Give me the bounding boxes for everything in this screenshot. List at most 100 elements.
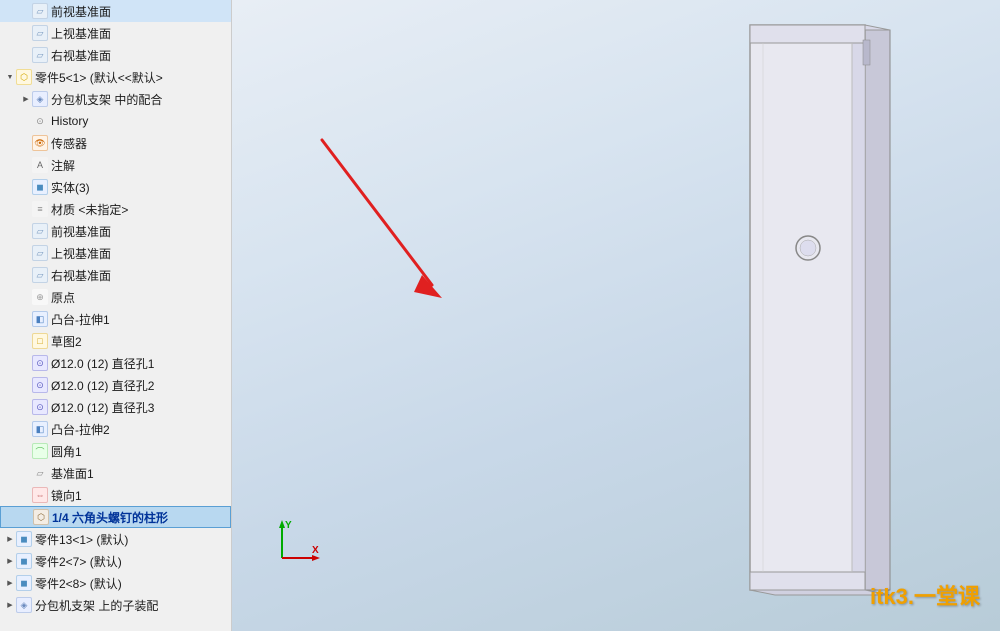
tree-icon-material: ≡ bbox=[32, 201, 48, 217]
expand-arrow[interactable] bbox=[20, 312, 32, 326]
expand-arrow[interactable]: ▶ bbox=[4, 554, 16, 568]
tree-item-sensor[interactable]: 👁传感器 bbox=[0, 132, 231, 154]
tree-item-extrude2[interactable]: ◧凸台-拉伸2 bbox=[0, 418, 231, 440]
tree-item-part13[interactable]: ▶◼零件13<1> (默认) bbox=[0, 528, 231, 550]
tree-item-part5[interactable]: ▼⬡零件5<1> (默认<<默认> bbox=[0, 66, 231, 88]
expand-arrow[interactable]: ▶ bbox=[4, 576, 16, 590]
tree-label: 右视基准面 bbox=[51, 47, 111, 64]
svg-text:Y: Y bbox=[285, 520, 292, 531]
expand-arrow[interactable] bbox=[20, 444, 32, 458]
tree-label: 前视基准面 bbox=[51, 3, 111, 20]
expand-arrow[interactable] bbox=[20, 246, 32, 260]
3d-part-svg bbox=[580, 0, 1000, 631]
tree-icon-mirror: ⇔ bbox=[32, 487, 48, 503]
tree-item-extrude1[interactable]: ◧凸台-拉伸1 bbox=[0, 308, 231, 330]
tree-icon-fillet: ⌒ bbox=[32, 443, 48, 459]
expand-arrow[interactable] bbox=[20, 180, 32, 194]
tree-item-part2-7[interactable]: ▶◼零件2<7> (默认) bbox=[0, 550, 231, 572]
tree-item-fillet1[interactable]: ⌒圆角1 bbox=[0, 440, 231, 462]
expand-arrow[interactable] bbox=[20, 268, 32, 282]
expand-arrow[interactable]: ▶ bbox=[20, 92, 32, 106]
tree-item-mirror1[interactable]: ⇔镜向1 bbox=[0, 484, 231, 506]
tree-icon-extrude: ◧ bbox=[32, 311, 48, 327]
tree-label: 上视基准面 bbox=[51, 25, 111, 42]
tree-icon-ref-plane: ▱ bbox=[32, 465, 48, 481]
tree-label: 右视基准面 bbox=[51, 267, 111, 284]
tree-label: 分包机支架 上的子装配 bbox=[35, 597, 158, 614]
tree-icon-assembly: ⬡ bbox=[16, 69, 32, 85]
tree-icon-plane: ▱ bbox=[32, 223, 48, 239]
tree-icon-plane: ▱ bbox=[32, 267, 48, 283]
tree-item-sketch2[interactable]: □草图2 bbox=[0, 330, 231, 352]
expand-arrow[interactable] bbox=[20, 26, 32, 40]
feature-tree-panel: ▱前视基准面▱上视基准面▱右视基准面▼⬡零件5<1> (默认<<默认>▶◈分包机… bbox=[0, 0, 232, 631]
tree-label: 零件2<8> (默认) bbox=[35, 575, 122, 592]
tree-item-front-plane-top[interactable]: ▱前视基准面 bbox=[0, 0, 231, 22]
tree-icon-extrude: ◧ bbox=[32, 421, 48, 437]
expand-arrow[interactable] bbox=[20, 136, 32, 150]
expand-arrow[interactable]: ▼ bbox=[4, 70, 16, 84]
tree-icon-part: ◼ bbox=[16, 553, 32, 569]
3d-viewport[interactable]: Y X itk3.一堂课 bbox=[232, 0, 1000, 631]
tree-label: 凸台-拉伸1 bbox=[51, 311, 110, 328]
tree-label: 圆角1 bbox=[51, 443, 82, 460]
tree-item-right-plane-top[interactable]: ▱右视基准面 bbox=[0, 44, 231, 66]
tree-icon-plane: ▱ bbox=[32, 3, 48, 19]
expand-arrow[interactable]: ▶ bbox=[4, 598, 16, 612]
tree-item-material[interactable]: ≡材质 <未指定> bbox=[0, 198, 231, 220]
tree-label: 零件5<1> (默认<<默认> bbox=[35, 69, 163, 86]
expand-arrow[interactable] bbox=[20, 224, 32, 238]
tree-label: 零件13<1> (默认) bbox=[35, 531, 128, 548]
viewport-content: Y X itk3.一堂课 bbox=[232, 0, 1000, 631]
tree-item-subasm[interactable]: ▶◈分包机支架 中的配合 bbox=[0, 88, 231, 110]
expand-arrow[interactable] bbox=[20, 158, 32, 172]
tree-item-hole2[interactable]: ⊙Ø12.0 (12) 直径孔2 bbox=[0, 374, 231, 396]
tree-item-origin[interactable]: ⊕原点 bbox=[0, 286, 231, 308]
tree-label: 镜向1 bbox=[51, 487, 82, 504]
expand-arrow[interactable] bbox=[20, 48, 32, 62]
tree-item-right-plane[interactable]: ▱右视基准面 bbox=[0, 264, 231, 286]
tree-label: 凸台-拉伸2 bbox=[51, 421, 110, 438]
expand-arrow[interactable] bbox=[20, 378, 32, 392]
tree-label: 分包机支架 中的配合 bbox=[51, 91, 162, 108]
expand-arrow[interactable] bbox=[20, 400, 32, 414]
svg-text:X: X bbox=[312, 545, 319, 556]
tree-label: 原点 bbox=[51, 289, 75, 306]
tree-label: 材质 <未指定> bbox=[51, 201, 128, 218]
expand-arrow[interactable] bbox=[20, 422, 32, 436]
tree-icon-solid: ◼ bbox=[32, 179, 48, 195]
tree-label: 实体(3) bbox=[51, 179, 90, 196]
tree-label: History bbox=[51, 114, 88, 128]
tree-item-part2-8[interactable]: ▶◼零件2<8> (默认) bbox=[0, 572, 231, 594]
tree-item-front-plane[interactable]: ▱前视基准面 bbox=[0, 220, 231, 242]
tree-item-annotation[interactable]: A注解 bbox=[0, 154, 231, 176]
tree-item-hole1[interactable]: ⊙Ø12.0 (12) 直径孔1 bbox=[0, 352, 231, 374]
watermark: itk3.一堂课 bbox=[870, 579, 980, 611]
expand-arrow[interactable] bbox=[20, 114, 32, 128]
expand-arrow[interactable] bbox=[20, 202, 32, 216]
expand-arrow[interactable] bbox=[20, 4, 32, 18]
tree-item-screw[interactable]: ⬡1/4 六角头螺钉的柱形 bbox=[0, 506, 231, 528]
tree-label: 注解 bbox=[51, 157, 75, 174]
tree-item-history[interactable]: ⊙History bbox=[0, 110, 231, 132]
axis-indicator: Y X bbox=[272, 518, 322, 571]
tree-icon-screw: ⬡ bbox=[33, 509, 49, 525]
tree-item-subasm2[interactable]: ▶◈分包机支架 上的子装配 bbox=[0, 594, 231, 616]
tree-item-solid[interactable]: ◼实体(3) bbox=[0, 176, 231, 198]
tree-icon-annotation: A bbox=[32, 157, 48, 173]
tree-icon-part: ◼ bbox=[16, 575, 32, 591]
tree-label: 草图2 bbox=[51, 333, 82, 350]
tree-item-hole3[interactable]: ⊙Ø12.0 (12) 直径孔3 bbox=[0, 396, 231, 418]
tree-item-top-plane[interactable]: ▱上视基准面 bbox=[0, 242, 231, 264]
expand-arrow[interactable] bbox=[21, 510, 33, 524]
tree-item-refplane1[interactable]: ▱基准面1 bbox=[0, 462, 231, 484]
expand-arrow[interactable] bbox=[20, 290, 32, 304]
expand-arrow[interactable] bbox=[20, 356, 32, 370]
expand-arrow[interactable] bbox=[20, 488, 32, 502]
expand-arrow[interactable]: ▶ bbox=[4, 532, 16, 546]
expand-arrow[interactable] bbox=[20, 334, 32, 348]
tree-item-top-plane-top[interactable]: ▱上视基准面 bbox=[0, 22, 231, 44]
tree-icon-origin: ⊕ bbox=[32, 289, 48, 305]
tree-icon-mate: ◈ bbox=[16, 597, 32, 613]
expand-arrow[interactable] bbox=[20, 466, 32, 480]
